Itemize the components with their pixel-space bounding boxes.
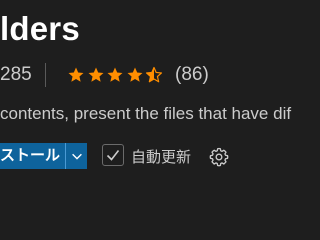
extension-details-header: lders 285 (86) contents, present the fil… (0, 0, 320, 200)
chevron-down-icon (71, 153, 82, 160)
meta-divider (45, 63, 46, 87)
action-bar: ストール 自動更新 (0, 143, 320, 169)
install-button[interactable]: ストール (0, 143, 65, 169)
install-count: 285 (0, 64, 32, 85)
star-half-icon (145, 66, 163, 83)
auto-update-label[interactable]: 自動更新 (131, 146, 191, 167)
rating-stars[interactable] (67, 66, 165, 84)
star-icon (68, 67, 84, 82)
star-icon (88, 67, 103, 82)
rating-count[interactable]: (86) (175, 64, 209, 86)
gear-icon[interactable] (209, 147, 229, 167)
extension-description: contents, present the files that have di… (0, 104, 292, 123)
auto-update-checkbox[interactable] (102, 144, 124, 166)
star-icon (127, 67, 142, 82)
extension-meta-row: 285 (86) (0, 63, 320, 87)
install-dropdown-button[interactable] (66, 143, 87, 169)
star-icon (107, 67, 123, 82)
extension-title: lders (0, 10, 80, 47)
check-icon (106, 150, 120, 161)
